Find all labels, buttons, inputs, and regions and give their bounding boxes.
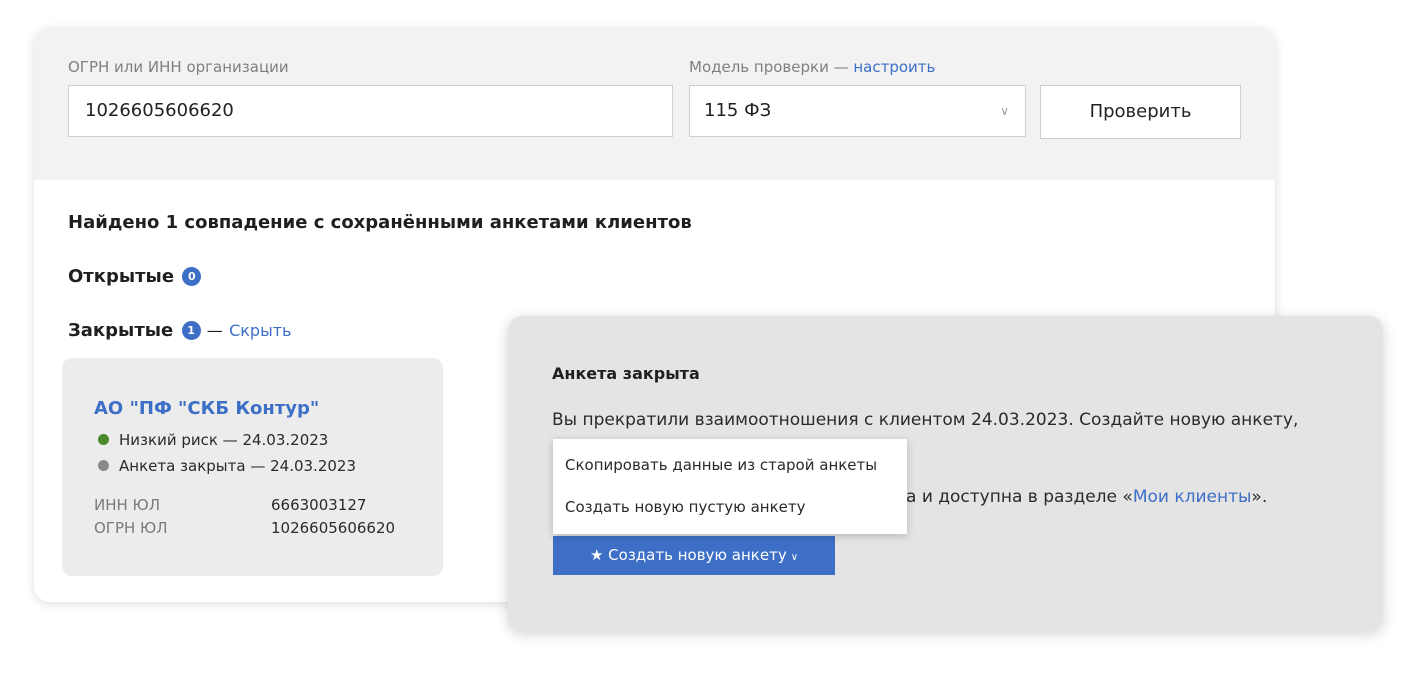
risk-status-text: Низкий риск — 24.03.2023	[119, 431, 329, 449]
popup-message-line3: а и доступна в разделе «Мои клиенты».	[906, 487, 1267, 507]
found-title: Найдено 1 совпадение с сохранёнными анке…	[68, 212, 692, 233]
separator-dash: —	[206, 321, 223, 340]
chevron-down-icon: ∨	[790, 552, 799, 563]
menu-item-copy-data[interactable]: Скопировать данные из старой анкеты	[565, 456, 877, 474]
hide-link[interactable]: Скрыть	[229, 321, 291, 340]
closed-group-title: Закрытые 1 — Скрыть	[68, 320, 291, 341]
inn-value: 6663003127	[271, 496, 367, 514]
popup-title: Анкета закрыта	[552, 364, 700, 383]
create-form-dropdown: Скопировать данные из старой анкеты Созд…	[553, 439, 907, 534]
model-field-label: Модель проверки — настроить	[689, 58, 935, 76]
closed-form-popup: Анкета закрыта Вы прекратили взаимоотнош…	[508, 316, 1383, 631]
ogrn-label: ОГРН ЮЛ	[94, 519, 168, 537]
popup-line3-prefix: а и доступна в разделе «	[906, 487, 1133, 507]
menu-item-new-empty[interactable]: Создать новую пустую анкету	[565, 498, 805, 516]
create-form-button[interactable]: ★ Создать новую анкету ∨	[553, 536, 835, 575]
configure-link[interactable]: настроить	[853, 58, 935, 76]
open-label: Открытые	[68, 266, 175, 287]
search-panel: ОГРН или ИНН организации Модель проверки…	[34, 28, 1275, 180]
model-select-value: 115 ФЗ	[704, 100, 772, 121]
popup-message-line1: Вы прекратили взаимоотношения с клиентом…	[552, 410, 1299, 430]
inn-label: ИНН ЮЛ	[94, 496, 161, 514]
check-button[interactable]: Проверить	[1040, 85, 1241, 139]
model-label-text: Модель проверки —	[689, 58, 854, 76]
closed-status-text: Анкета закрыта — 24.03.2023	[119, 457, 356, 475]
org-field-label: ОГРН или ИНН организации	[68, 58, 289, 76]
client-card[interactable]: АО "ПФ "СКБ Контур" Низкий риск — 24.03.…	[62, 358, 443, 576]
org-input[interactable]: 1026605606620	[68, 85, 673, 137]
chevron-down-icon: ∨	[1000, 104, 1009, 118]
model-select[interactable]: 115 ФЗ ∨	[689, 85, 1026, 137]
open-count-badge: 0	[182, 267, 202, 286]
risk-status-dot	[98, 434, 109, 445]
client-name-link[interactable]: АО "ПФ "СКБ Контур"	[94, 398, 319, 419]
closed-status-dot	[98, 460, 109, 471]
closed-label: Закрытые	[68, 320, 174, 341]
open-group-title: Открытые 0	[68, 266, 202, 287]
my-clients-link[interactable]: Мои клиенты	[1133, 487, 1252, 507]
closed-count-badge: 1	[181, 321, 201, 340]
ogrn-value: 1026605606620	[271, 519, 396, 537]
popup-line3-suffix: ».	[1251, 487, 1268, 507]
status-closed: Анкета закрыта — 24.03.2023	[98, 457, 356, 475]
status-risk: Низкий риск — 24.03.2023	[98, 431, 328, 449]
create-form-label: ★ Создать новую анкету	[589, 546, 787, 564]
